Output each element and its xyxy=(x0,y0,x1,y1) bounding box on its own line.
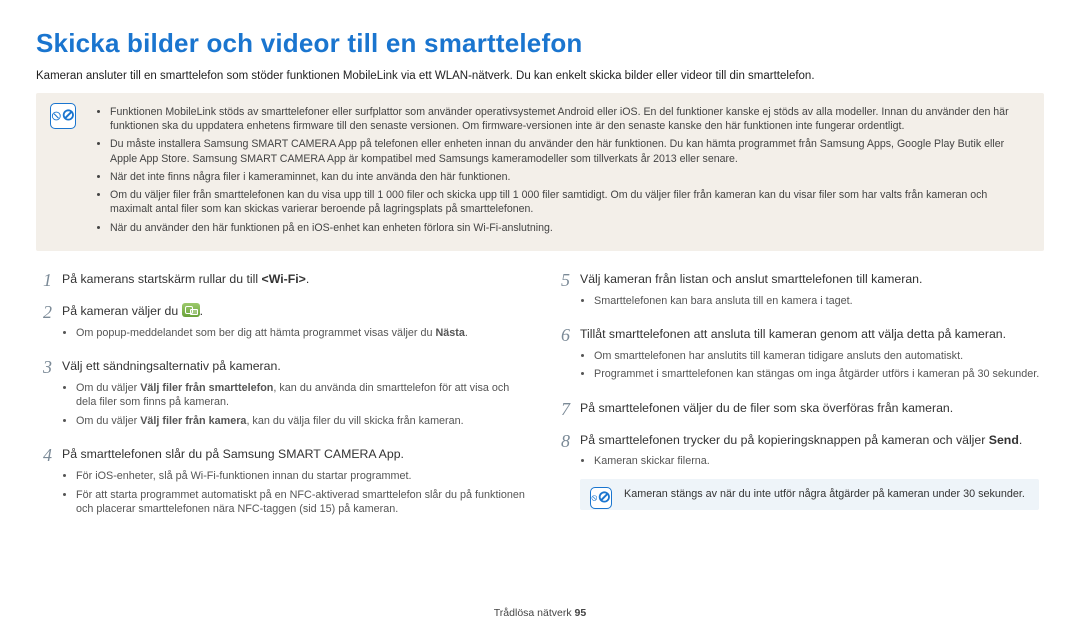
top-note-box: Funktionen MobileLink stöds av smarttele… xyxy=(36,93,1044,251)
step-text: På kameran väljer du xyxy=(62,304,182,318)
step-number: 5 xyxy=(554,271,570,312)
step-number: 1 xyxy=(36,271,52,289)
step-body: På smarttelefonen trycker du på kopierin… xyxy=(580,432,1039,510)
step-bullet: För att starta programmet automatiskt på… xyxy=(76,488,526,517)
step-bullet: Om du väljer Välj filer från kamera, kan… xyxy=(76,414,526,429)
step-emphasis: Send xyxy=(989,433,1019,447)
step-number: 2 xyxy=(36,303,52,344)
bullet-text: Om popup-meddelandet som ber dig att häm… xyxy=(76,327,435,339)
intro-text: Kameran ansluter till en smarttelefon so… xyxy=(36,69,1044,85)
step-number: 3 xyxy=(36,358,52,432)
step-bullet: Smarttelefonen kan bara ansluta till en … xyxy=(594,294,922,309)
bullet-text: Om du väljer xyxy=(76,415,140,427)
bottom-note-text: Kameran stängs av när du inte utför någr… xyxy=(624,488,1025,500)
top-note-item: Du måste installera Samsung SMART CAMERA… xyxy=(110,137,1026,166)
bottom-note-box: Kameran stängs av när du inte utför någr… xyxy=(580,479,1039,510)
top-note-item: Om du väljer filer från smarttelefonen k… xyxy=(110,188,1026,217)
step-number: 4 xyxy=(36,446,52,520)
bullet-text: . xyxy=(465,327,468,339)
info-icon xyxy=(590,487,612,509)
step-body: På kameran väljer du . Om popup-meddelan… xyxy=(62,303,468,344)
step-text: . xyxy=(306,272,309,286)
step-bullet: Om smarttelefonen har anslutits till kam… xyxy=(594,349,1039,364)
step-bullet: För iOS-enheter, slå på Wi-Fi-funktionen… xyxy=(76,469,526,484)
step-4: 4 På smarttelefonen slår du på Samsung S… xyxy=(36,446,526,520)
step-6: 6 Tillåt smarttelefonen att ansluta till… xyxy=(554,326,1044,386)
step-7: 7 På smarttelefonen väljer du de filer s… xyxy=(554,400,1044,418)
step-body: På smarttelefonen slår du på Samsung SMA… xyxy=(62,446,526,520)
step-text: Välj kameran från listan och anslut smar… xyxy=(580,272,922,286)
step-number: 6 xyxy=(554,326,570,386)
page-title: Skicka bilder och videor till en smartte… xyxy=(36,26,1044,61)
step-body: På smarttelefonen väljer du de filer som… xyxy=(580,400,953,418)
page-number: 95 xyxy=(575,607,587,619)
step-5: 5 Välj kameran från listan och anslut sm… xyxy=(554,271,1044,312)
step-bullet: Kameran skickar filerna. xyxy=(594,454,1039,469)
step-body: Tillåt smarttelefonen att ansluta till k… xyxy=(580,326,1039,386)
step-body: På kamerans startskärm rullar du till <W… xyxy=(62,271,309,289)
step-number: 7 xyxy=(554,400,570,418)
step-8: 8 På smarttelefonen trycker du på kopier… xyxy=(554,432,1044,510)
step-text: På smarttelefonen slår du på Samsung SMA… xyxy=(62,447,404,461)
bullet-text: Om du väljer xyxy=(76,382,140,394)
top-note-item: När du använder den här funktionen på en… xyxy=(110,221,1026,235)
step-bullet: Om popup-meddelandet som ber dig att häm… xyxy=(76,326,468,341)
step-body: Välj ett sändningsalternativ på kameran.… xyxy=(62,358,526,432)
step-2: 2 På kameran väljer du . Om popup-meddel… xyxy=(36,303,526,344)
bullet-emphasis: Välj filer från kamera xyxy=(140,415,246,427)
step-3: 3 Välj ett sändningsalternativ på kamera… xyxy=(36,358,526,432)
step-text: Tillåt smarttelefonen att ansluta till k… xyxy=(580,327,1006,341)
top-note-item: Funktionen MobileLink stöds av smarttele… xyxy=(110,105,1026,134)
top-note-item: När det inte finns några filer i kameram… xyxy=(110,170,1026,184)
step-text: Välj ett sändningsalternativ på kameran. xyxy=(62,359,281,373)
info-icon xyxy=(50,103,76,129)
footer-section: Trådlösa nätverk xyxy=(494,607,575,619)
step-text: . xyxy=(200,304,203,318)
page-footer: Trådlösa nätverk 95 xyxy=(0,606,1080,620)
bullet-emphasis: Nästa xyxy=(435,327,464,339)
right-column: 5 Välj kameran från listan och anslut sm… xyxy=(554,271,1044,535)
step-text: . xyxy=(1019,433,1022,447)
step-body: Välj kameran från listan och anslut smar… xyxy=(580,271,922,312)
left-column: 1 På kamerans startskärm rullar du till … xyxy=(36,271,526,535)
step-bullet: Om du väljer Välj filer från smarttelefo… xyxy=(76,381,526,410)
mobilelink-icon xyxy=(182,303,200,317)
step-text: På smarttelefonen trycker du på kopierin… xyxy=(580,433,989,447)
step-number: 8 xyxy=(554,432,570,510)
step-text: På kamerans startskärm rullar du till xyxy=(62,272,262,286)
two-column-layout: 1 På kamerans startskärm rullar du till … xyxy=(36,271,1044,535)
bullet-text: , kan du välja filer du vill skicka från… xyxy=(246,415,463,427)
bullet-emphasis: Välj filer från smarttelefon xyxy=(140,382,273,394)
top-note-list: Funktionen MobileLink stöds av smarttele… xyxy=(96,105,1026,235)
step-emphasis: <Wi-Fi> xyxy=(262,272,306,286)
step-bullet: Programmet i smarttelefonen kan stängas … xyxy=(594,367,1039,382)
step-text: På smarttelefonen väljer du de filer som… xyxy=(580,401,953,415)
step-1: 1 På kamerans startskärm rullar du till … xyxy=(36,271,526,289)
